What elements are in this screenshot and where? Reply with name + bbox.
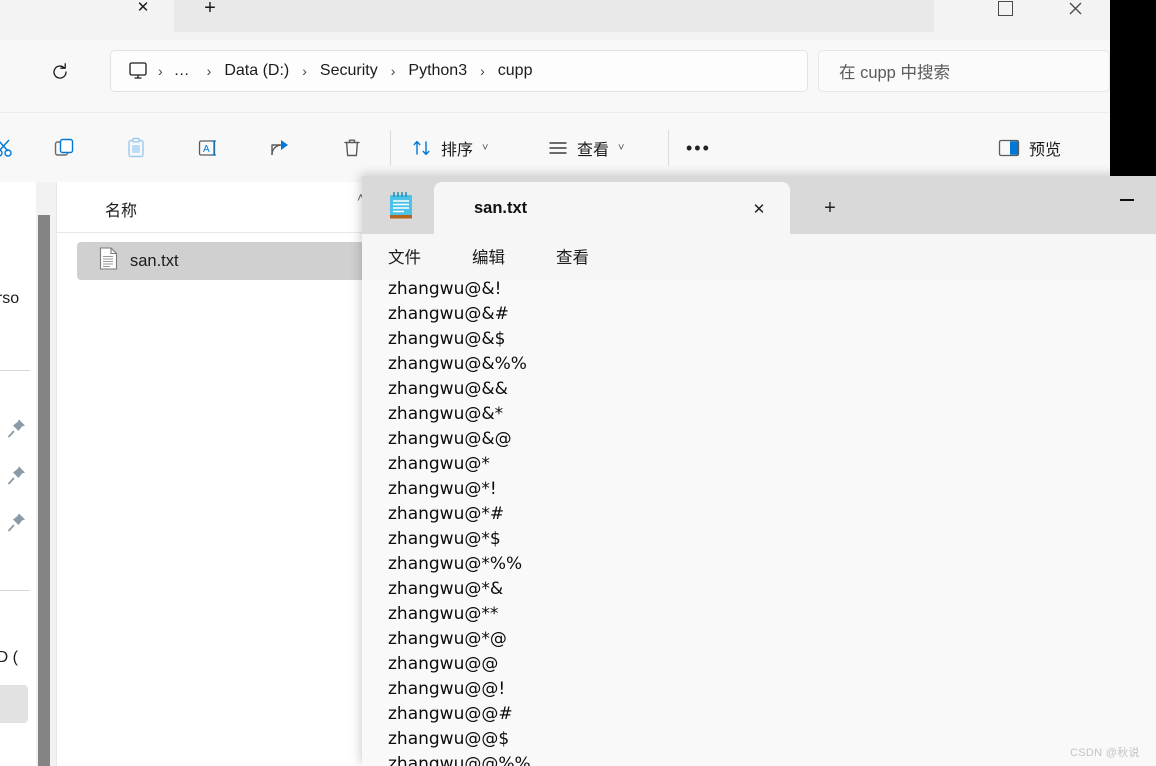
notepad-tab-close-icon[interactable]: ✕ — [746, 196, 772, 222]
notepad-window: san.txt ✕ + 文件 编辑 查看 zhangwu@&! zhangwu@&… — [362, 176, 1156, 766]
text-line: zhangwu@&# — [388, 304, 509, 324]
delete-icon[interactable] — [332, 128, 372, 168]
share-icon[interactable] — [260, 128, 300, 168]
close-icon — [1069, 2, 1081, 15]
refresh-icon — [53, 63, 67, 79]
paste-icon[interactable] — [116, 128, 156, 168]
breadcrumb-separator: › — [480, 63, 485, 79]
breadcrumb-overflow[interactable]: … — [172, 62, 193, 80]
breadcrumb-item-0[interactable]: Data (D:) — [220, 62, 293, 80]
pin-icon — [6, 417, 28, 439]
sort-label: 排序 — [441, 142, 474, 159]
view-label: 查看 — [577, 142, 610, 159]
maximize-icon — [997, 1, 1013, 16]
desktop-background — [1110, 0, 1156, 182]
pin-icon — [6, 464, 28, 486]
refresh-button[interactable] — [44, 56, 76, 88]
notepad-tab-active[interactable]: san.txt ✕ — [434, 182, 790, 234]
text-line: zhangwu@@! — [388, 679, 506, 699]
breadcrumb-separator: › — [158, 63, 163, 79]
notepad-icon — [388, 191, 414, 220]
breadcrumb-item-1[interactable]: Security — [316, 62, 382, 80]
cut-icon[interactable] — [0, 128, 24, 168]
text-line: zhangwu@*@ — [388, 629, 507, 649]
svg-text:A: A — [203, 144, 210, 155]
text-line: zhangwu@&@ — [388, 429, 512, 449]
text-line: zhangwu@@$ — [388, 729, 510, 749]
breadcrumb[interactable]: › … › Data (D:) › Security › Python3 › c… — [110, 50, 808, 92]
file-name: san.txt — [130, 251, 179, 270]
text-line: zhangwu@*%% — [388, 554, 523, 574]
rename-icon[interactable]: A — [188, 128, 228, 168]
window-maximize-button[interactable] — [982, 0, 1028, 16]
search-input[interactable]: 在 cupp 中搜索 — [818, 50, 1110, 92]
explorer-tab-strip: ✕ + — [0, 0, 1110, 40]
notepad-new-tab-icon[interactable]: + — [816, 194, 844, 222]
breadcrumb-item-2[interactable]: Python3 — [404, 62, 471, 80]
preview-pane-icon — [998, 139, 1020, 157]
screen: ✕ + › … › Data (D:) › Security › Python3… — [0, 0, 1156, 766]
chevron-down-icon: ˅ — [482, 142, 489, 154]
breadcrumb-separator: › — [206, 63, 212, 79]
menu-file[interactable]: 文件 — [388, 244, 421, 268]
text-line: zhangwu@* — [388, 454, 490, 474]
this-pc-icon[interactable] — [127, 61, 149, 81]
preview-button[interactable]: 预览 — [998, 130, 1061, 166]
nav-item-drive-partial[interactable]: SD ( — [0, 649, 18, 667]
chevron-down-icon: ˅ — [618, 142, 625, 154]
breadcrumb-item-3[interactable]: cupp — [494, 62, 537, 80]
text-line: zhangwu@&* — [388, 404, 504, 424]
text-line: zhangwu@*! — [388, 479, 497, 499]
breadcrumb-separator: › — [390, 63, 396, 79]
notepad-tab-strip: san.txt ✕ + — [362, 176, 1156, 234]
text-line: zhangwu@*& — [388, 579, 504, 599]
explorer-tab-active[interactable] — [174, 0, 934, 32]
column-header-name[interactable]: 名称 — [105, 197, 137, 221]
search-placeholder: 在 cupp 中搜索 — [839, 64, 950, 82]
new-tab-icon[interactable]: + — [196, 0, 224, 22]
text-line: zhangwu@&! — [388, 280, 502, 299]
preview-label: 预览 — [1029, 142, 1062, 159]
text-line: zhangwu@&$ — [388, 329, 506, 349]
nav-item-selected[interactable] — [0, 685, 28, 723]
nav-item-personal-partial[interactable]: erso — [0, 290, 19, 308]
menu-edit[interactable]: 编辑 — [472, 244, 505, 268]
minimize-icon — [1120, 199, 1134, 201]
notepad-minimize-button[interactable] — [1104, 180, 1150, 212]
text-line: zhangwu@@%% — [388, 754, 531, 766]
notepad-text-area[interactable]: zhangwu@&! zhangwu@&# zhangwu@&$ zhangwu@&%… — [362, 280, 1156, 766]
view-button[interactable]: 查看 ˅ — [548, 130, 624, 166]
nav-scrollbar-thumb[interactable] — [38, 215, 50, 766]
sort-button[interactable]: 排序 ˅ — [412, 130, 488, 166]
text-line: zhangwu@** — [388, 604, 499, 624]
text-line: zhangwu@@# — [388, 704, 513, 724]
view-list-icon — [549, 142, 567, 154]
menu-view[interactable]: 查看 — [556, 244, 589, 268]
more-options-button[interactable]: ••• — [686, 130, 711, 166]
notepad-tab-title: san.txt — [474, 198, 528, 217]
text-file-icon — [99, 247, 118, 275]
breadcrumb-separator: › — [302, 63, 307, 79]
text-line: zhangwu@*# — [388, 504, 505, 524]
text-line: zhangwu@*$ — [388, 529, 501, 549]
window-close-button[interactable] — [1052, 0, 1098, 16]
text-line: zhangwu@@ — [388, 654, 499, 674]
tab-close-icon[interactable]: ✕ — [128, 0, 158, 22]
pin-icon — [6, 511, 28, 533]
sort-icon — [413, 140, 430, 156]
copy-icon[interactable] — [44, 128, 84, 168]
watermark: CSDN @秋说 — [1070, 747, 1140, 759]
text-line: zhangwu@&%% — [388, 354, 527, 374]
navigation-pane: erso — [0, 182, 36, 766]
monitor-icon — [129, 62, 147, 79]
text-line: zhangwu@&& — [388, 379, 508, 399]
